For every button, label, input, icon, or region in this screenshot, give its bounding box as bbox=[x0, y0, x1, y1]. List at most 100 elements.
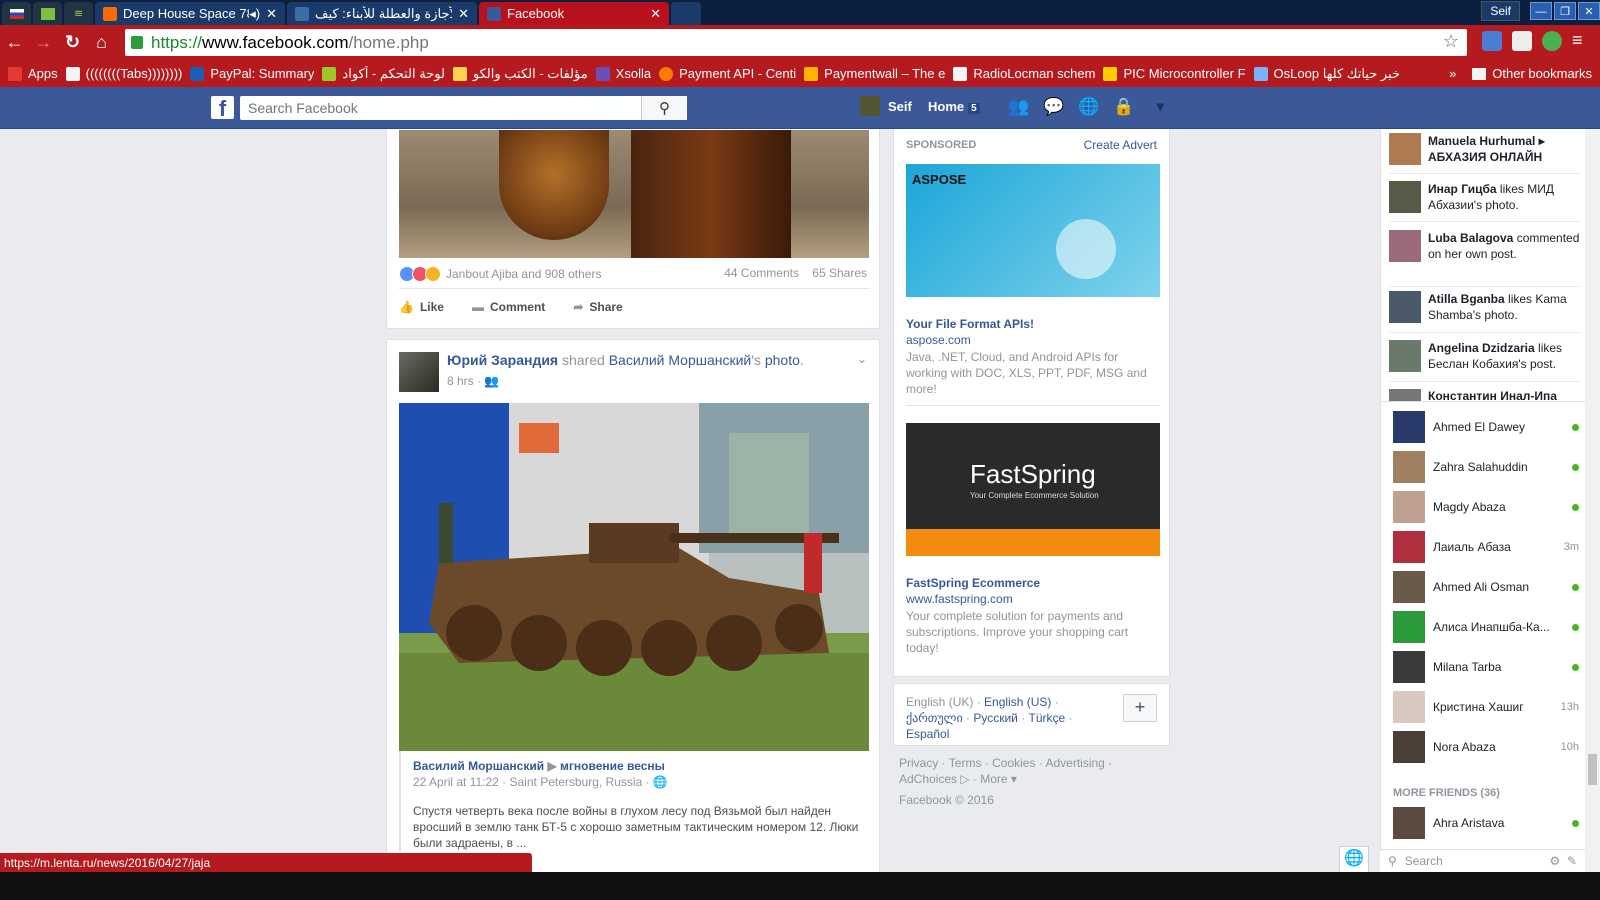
bookmark-item[interactable]: Paymentwall – The e bbox=[804, 66, 945, 81]
chat-friend[interactable]: Алиса Инапшба-Ка... bbox=[1393, 611, 1579, 643]
create-advert-link[interactable]: Create Advert bbox=[1084, 138, 1157, 152]
chat-friend[interactable]: Nora Abaza 10h bbox=[1393, 731, 1579, 763]
account-menu-chevron-icon[interactable]: ▾ bbox=[1156, 97, 1178, 117]
ad-image[interactable]: FastSpring Your Complete Ecommerce Solut… bbox=[906, 423, 1160, 556]
home-link[interactable]: Home 5 bbox=[928, 99, 980, 114]
pinned-tab-rt[interactable] bbox=[33, 2, 62, 25]
profile-link[interactable]: Seif bbox=[860, 96, 912, 116]
bookmark-item[interactable]: RadioLocman schem bbox=[953, 66, 1095, 81]
bookmark-star-icon[interactable]: ☆ bbox=[1443, 31, 1459, 52]
ad-fastspring[interactable]: FastSpring Your Complete Ecommerce Solut… bbox=[906, 423, 1160, 656]
footer-adchoices[interactable]: AdChoices ▷ · More ▾ bbox=[899, 771, 1159, 787]
ad-url[interactable]: aspose.com bbox=[906, 333, 1160, 347]
footer-links[interactable]: Privacy · Terms · Cookies · Advertising … bbox=[899, 755, 1159, 771]
ticker-item[interactable]: Константин Инал-Ипа bbox=[1389, 389, 1581, 401]
messages-icon[interactable]: 💬 bbox=[1043, 97, 1065, 117]
privacy-shortcuts-icon[interactable]: 🔒 bbox=[1113, 97, 1143, 117]
chat-globe-icon[interactable]: 🌐 bbox=[1339, 846, 1369, 872]
home-icon[interactable]: ⌂ bbox=[87, 32, 116, 53]
bookmark-item[interactable]: لوحة التحكم - أكواد bbox=[322, 66, 445, 82]
bookmark-item[interactable]: PIC Microcontroller F bbox=[1103, 66, 1246, 81]
address-bar[interactable]: https://www.facebook.com/home.php ☆ bbox=[125, 29, 1467, 56]
language-link[interactable]: Русский bbox=[973, 711, 1018, 725]
chat-friend[interactable]: Лаиаль Абаза 3m bbox=[1393, 531, 1579, 563]
chat-friend[interactable]: Кристина Хашиг 13h bbox=[1393, 691, 1579, 723]
notifications-icon[interactable]: 🌐 bbox=[1078, 97, 1100, 117]
chat-friend[interactable]: Ahmed El Dawey bbox=[1393, 411, 1579, 443]
pinned-tab-wifi[interactable]: ≋ bbox=[64, 2, 93, 25]
author-link[interactable]: Юрий Зарандия bbox=[447, 352, 558, 368]
source-link[interactable]: Василий Моршанский bbox=[609, 352, 752, 368]
minimize-icon[interactable]: — bbox=[1530, 2, 1552, 20]
close-window-icon[interactable]: ✕ bbox=[1578, 2, 1600, 20]
other-bookmarks[interactable]: » Other bookmarks bbox=[1449, 66, 1592, 81]
cube-extension-icon[interactable] bbox=[1512, 31, 1532, 51]
search-input[interactable] bbox=[240, 98, 640, 118]
chat-friend[interactable]: Zahra Salahuddin bbox=[1393, 451, 1579, 483]
ticker-item[interactable]: Manuela Hurhumal ▸ АБХАЗИЯ ОНЛАЙН bbox=[1389, 133, 1581, 165]
new-message-icon[interactable]: ✎ bbox=[1567, 854, 1577, 868]
page-scrollbar[interactable] bbox=[1585, 129, 1600, 872]
ad-url[interactable]: www.fastspring.com bbox=[906, 592, 1160, 606]
facebook-logo-icon[interactable]: f bbox=[211, 96, 234, 121]
tab-deep-house[interactable]: Deep House Space 78 ◂) ✕ bbox=[95, 2, 285, 25]
reload-icon[interactable]: ↻ bbox=[58, 32, 87, 53]
bookmark-item[interactable]: Xsolla bbox=[595, 66, 651, 81]
bookmark-item[interactable]: Apps bbox=[8, 66, 58, 81]
caption-author-link[interactable]: Василий Моршанский bbox=[413, 759, 544, 773]
maximize-icon[interactable]: ❐ bbox=[1554, 2, 1576, 20]
bookmark-item[interactable]: Payment API - Centi bbox=[659, 66, 796, 81]
bookmark-item[interactable]: PayPal: Summary bbox=[190, 66, 314, 81]
reactions-summary[interactable]: Janbout Ajiba and 908 others bbox=[399, 266, 601, 282]
close-tab-icon[interactable]: ✕ bbox=[458, 6, 469, 22]
chat-friend[interactable]: Ahmed Ali Osman bbox=[1393, 571, 1579, 603]
post-time[interactable]: 8 hrs bbox=[447, 374, 474, 388]
bookmark-item[interactable]: ((((((((Tabs)))))))) bbox=[65, 66, 182, 81]
ad-title[interactable]: FastSpring Ecommerce bbox=[906, 576, 1160, 590]
chat-friend[interactable]: Ahra Aristava bbox=[1393, 807, 1579, 839]
chevron-right-icon[interactable]: » bbox=[1449, 66, 1456, 81]
share-button[interactable]: ➦ Share bbox=[573, 300, 622, 314]
globe-extension-icon[interactable] bbox=[1542, 31, 1562, 51]
ticker-item[interactable]: Luba Balagova commented on her own post. bbox=[1389, 230, 1581, 262]
post-photo[interactable] bbox=[399, 130, 869, 258]
photo-link[interactable]: photo bbox=[765, 352, 800, 368]
back-icon[interactable]: ← bbox=[0, 32, 29, 53]
chat-friend[interactable]: Milana Tarba bbox=[1393, 651, 1579, 683]
ticker-item[interactable]: Atilla Bganba likes Kama Shamba's photo. bbox=[1389, 291, 1581, 323]
tab-arabic[interactable]: الأجازة والعطلة للأبناء: كيف ✕ bbox=[287, 2, 477, 25]
caption-target-link[interactable]: мгновение весны bbox=[560, 759, 665, 773]
ad-title[interactable]: Your File Format APIs! bbox=[906, 317, 1160, 331]
new-tab-button[interactable] bbox=[671, 2, 701, 25]
comments-count[interactable]: 44 Comments bbox=[724, 266, 799, 280]
close-tab-icon[interactable]: ✕ bbox=[266, 6, 277, 22]
ad-image[interactable]: ASPOSE bbox=[906, 164, 1160, 297]
chat-friend[interactable]: Magdy Abaza bbox=[1393, 491, 1579, 523]
tank-photo[interactable] bbox=[399, 403, 869, 751]
language-link[interactable]: English (US) bbox=[984, 695, 1051, 709]
ticker-item[interactable]: Инар Гицба likes МИД Абхазии's photo. bbox=[1389, 181, 1581, 213]
friend-requests-icon[interactable]: 👥 bbox=[1008, 97, 1030, 117]
profile-button[interactable]: Seif bbox=[1481, 1, 1520, 21]
translate-extension-icon[interactable] bbox=[1482, 31, 1502, 51]
ad-aspose[interactable]: ASPOSE Your File Format APIs! aspose.com… bbox=[906, 164, 1160, 397]
forward-icon[interactable]: → bbox=[29, 32, 58, 53]
shares-count[interactable]: 65 Shares bbox=[812, 266, 867, 280]
search-icon[interactable]: ⚲ bbox=[641, 96, 687, 120]
language-link[interactable]: Türkçe bbox=[1029, 711, 1066, 725]
language-link[interactable]: Español bbox=[906, 727, 949, 741]
scrollbar-thumb[interactable] bbox=[1588, 754, 1597, 785]
like-button[interactable]: 👍 Like bbox=[399, 300, 444, 314]
chat-search[interactable]: ⚲ Search ⚙ ✎ bbox=[1380, 849, 1585, 872]
comment-button[interactable]: ▬ Comment bbox=[472, 300, 545, 314]
ticker-item[interactable]: Angelina Dzidzaria likes Беслан Кобахия'… bbox=[1389, 340, 1581, 372]
menu-icon[interactable]: ≡ bbox=[1572, 31, 1592, 51]
gear-icon[interactable]: ⚙ bbox=[1550, 854, 1561, 868]
close-tab-icon[interactable]: ✕ bbox=[650, 6, 661, 22]
bookmark-item[interactable]: مؤلفات - الكتب والكو bbox=[452, 66, 588, 82]
tab-facebook[interactable]: Facebook ✕ bbox=[479, 2, 669, 25]
pinned-tab-russia[interactable] bbox=[2, 2, 31, 25]
add-language-button[interactable]: + bbox=[1123, 694, 1157, 722]
post-options-chevron-icon[interactable]: ⌄ bbox=[857, 352, 867, 366]
author-avatar[interactable] bbox=[399, 352, 439, 392]
